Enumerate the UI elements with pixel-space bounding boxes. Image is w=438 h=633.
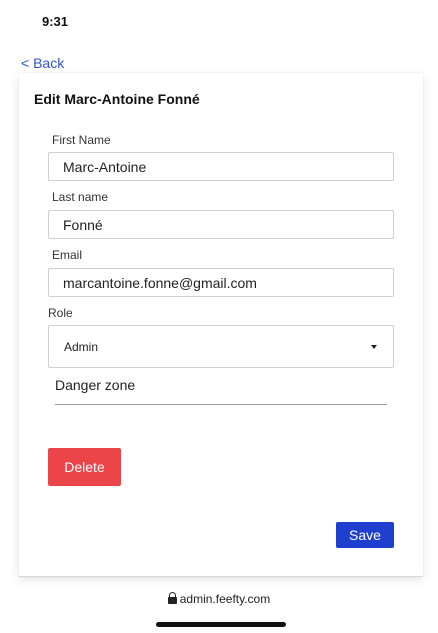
last-name-input[interactable]: [48, 210, 394, 239]
first-name-label: First Name: [52, 133, 111, 147]
browser-url: admin.feefty.com: [179, 592, 271, 606]
role-select-value: Admin: [64, 340, 99, 354]
browser-url-bar[interactable]: admin.feefty.com: [0, 592, 438, 606]
caret-down-icon: [371, 345, 377, 349]
back-link[interactable]: < Back: [21, 55, 64, 71]
status-bar-time: 9:31: [42, 14, 69, 29]
role-label: Role: [48, 306, 73, 320]
delete-button[interactable]: Delete: [48, 448, 121, 486]
home-indicator[interactable]: [156, 622, 286, 627]
lock-icon: [167, 592, 177, 604]
email-label: Email: [52, 248, 83, 262]
page-title: Edit Marc-Antoine Fonné: [34, 91, 200, 107]
save-button[interactable]: Save: [336, 522, 394, 548]
edit-user-card: Edit Marc-Antoine Fonné First Name Last …: [19, 73, 423, 577]
last-name-label: Last name: [52, 190, 109, 204]
email-input[interactable]: [48, 268, 394, 297]
danger-zone-heading: Danger zone: [55, 377, 387, 405]
first-name-input[interactable]: [48, 152, 394, 181]
role-select[interactable]: Admin: [48, 325, 394, 368]
